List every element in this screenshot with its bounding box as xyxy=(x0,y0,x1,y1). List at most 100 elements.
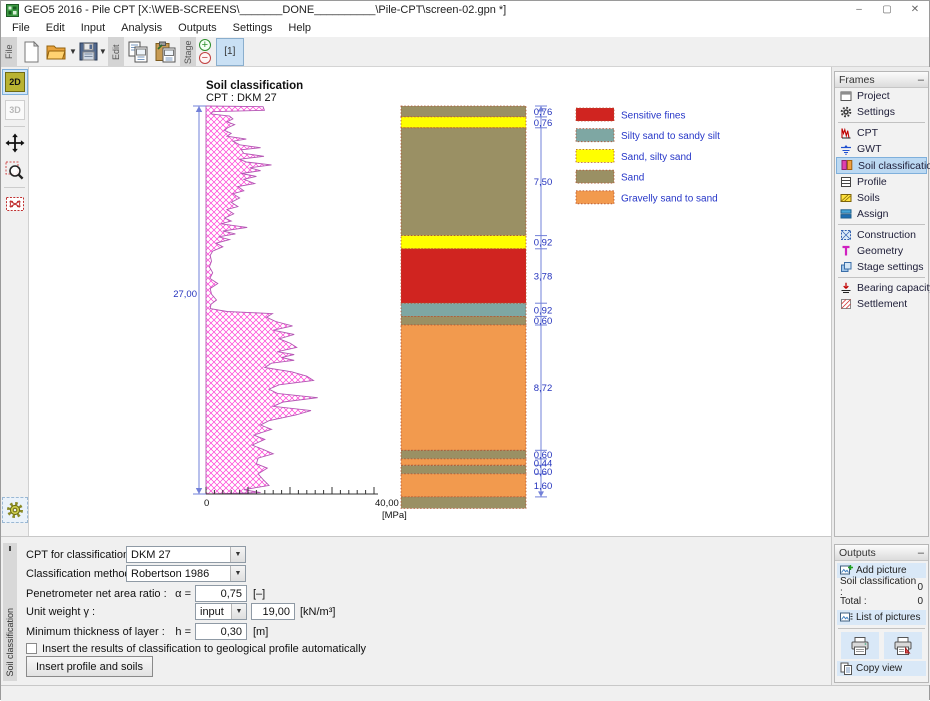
view-2d-button[interactable]: 2D xyxy=(2,69,28,95)
add-stage-button[interactable]: + xyxy=(199,39,211,51)
cpt-for-classification-label: CPT for classification : xyxy=(26,549,135,561)
legend-label: Sand xyxy=(621,173,644,184)
gwt-icon xyxy=(840,143,853,156)
cpt-resistance-area xyxy=(206,106,318,494)
frames-minimize-icon[interactable]: – xyxy=(918,75,924,85)
settlement-icon xyxy=(840,298,853,311)
menu-item-edit[interactable]: Edit xyxy=(38,20,73,36)
save-dropdown-arrow-icon[interactable]: ▼ xyxy=(99,47,107,56)
min-thickness-label: Minimum thickness of layer : xyxy=(26,626,165,638)
frames-list: ProjectSettings CPTGWTSoil classification… xyxy=(835,88,928,312)
unit-weight-input[interactable] xyxy=(251,603,295,620)
frames-item-construction[interactable]: Construction xyxy=(836,227,927,243)
soil-column-layer-sensitive_fines xyxy=(401,249,526,303)
x-axis-unit-label: [MPa] xyxy=(382,510,407,521)
frames-item-settlement[interactable]: Settlement xyxy=(836,296,927,312)
frames-item-profile[interactable]: Profile xyxy=(836,174,927,190)
outputs-count-row: Soil classification :0 xyxy=(835,580,928,594)
frames-item-stage-settings[interactable]: Stage settings xyxy=(836,259,927,275)
pan-button[interactable] xyxy=(2,130,28,156)
new-file-button[interactable] xyxy=(18,39,44,65)
app-icon xyxy=(6,4,19,17)
count-value: 0 xyxy=(917,596,923,607)
menu-item-input[interactable]: Input xyxy=(73,20,113,36)
layer-thickness-label: 7,50 xyxy=(534,177,553,188)
close-icon[interactable]: ✕ xyxy=(901,1,929,19)
soil-column-layer-silty_sand_to_sandy_silt xyxy=(401,303,526,316)
frames-item-settings[interactable]: Settings xyxy=(836,104,927,120)
project-icon xyxy=(840,90,853,103)
frames-item-gwt[interactable]: GWT xyxy=(836,141,927,157)
chart-subtitle: CPT : DKM 27 xyxy=(206,92,277,104)
drawing-settings-button[interactable] xyxy=(2,497,28,523)
layer-thickness-label: 0,60 xyxy=(534,316,553,327)
zoom-region-button[interactable] xyxy=(2,158,28,184)
open-file-button[interactable]: ▼ xyxy=(46,39,77,65)
soil-column-layer-sand_silty_sand xyxy=(401,236,526,249)
chart-title: Soil classification xyxy=(206,80,303,92)
frames-item-soil-classification[interactable]: Soil classification xyxy=(836,157,927,174)
stage-settings-icon xyxy=(840,261,853,274)
print-preview-button[interactable] xyxy=(884,632,922,659)
frames-item-bearing-capacity[interactable]: Bearing capacity xyxy=(836,280,927,296)
min-thickness-input[interactable] xyxy=(195,623,247,640)
classification-method-select[interactable]: Robertson 1986▼ xyxy=(126,565,246,582)
frames-separator xyxy=(838,122,925,123)
frames-item-assign[interactable]: Assign xyxy=(836,206,927,222)
minimize-icon[interactable]: – xyxy=(845,1,873,19)
frames-panel-title: Frames xyxy=(839,74,875,86)
layer-thickness-label: 0,60 xyxy=(534,467,553,478)
insert-profile-and-soils-button[interactable]: Insert profile and soils xyxy=(26,656,153,677)
unit-weight-mode-select[interactable]: input▼ xyxy=(195,603,247,620)
cpt-icon xyxy=(840,127,853,140)
soil-column-layer-sand xyxy=(401,450,526,459)
zoom-magnifier-icon xyxy=(5,161,25,181)
open-dropdown-arrow-icon[interactable]: ▼ xyxy=(69,47,77,56)
cpt-for-classification-select[interactable]: DKM 27▼ xyxy=(126,546,246,563)
frames-panel: Frames – ProjectSettings CPTGWTSoil classi… xyxy=(834,71,929,537)
paste-icon xyxy=(155,41,177,63)
soil-classification-icon xyxy=(841,159,854,172)
paste-button[interactable] xyxy=(153,39,179,65)
penetrometer-ratio-input[interactable] xyxy=(195,585,247,602)
alpha-symbol: α = xyxy=(169,588,191,600)
frames-separator xyxy=(838,224,925,225)
view-3d-button[interactable]: 3D xyxy=(2,97,28,123)
outputs-counts: Soil classification :0Total :0 xyxy=(835,580,928,608)
frames-item-geometry[interactable]: Geometry xyxy=(836,243,927,259)
fit-view-button[interactable] xyxy=(2,191,28,217)
soil-column-layer-gravelly_sand_to_sand xyxy=(401,325,526,450)
form-tab-soil-classification[interactable]: Soil classification xyxy=(3,543,17,681)
penetrometer-ratio-unit: [–] xyxy=(253,588,265,600)
print-button[interactable] xyxy=(841,632,879,659)
legend-swatch-silty_sand_to_sandy_silt xyxy=(576,129,614,142)
penetrometer-ratio-label: Penetrometer net area ratio : xyxy=(26,588,167,600)
drawing-canvas[interactable]: Soil classificationCPT : DKM 27040,00[MP… xyxy=(29,67,831,536)
sidebar-separator xyxy=(4,126,25,127)
x-axis-min-label: 0 xyxy=(204,498,209,509)
menu-item-file[interactable]: File xyxy=(4,20,38,36)
outputs-minimize-icon[interactable]: – xyxy=(918,548,924,558)
soil-column-layer-sand_silty_sand xyxy=(401,117,526,128)
frames-item-project[interactable]: Project xyxy=(836,88,927,104)
save-file-button[interactable]: ▼ xyxy=(79,39,107,65)
menu-item-help[interactable]: Help xyxy=(280,20,319,36)
copy-view-button[interactable]: Copy view xyxy=(837,661,926,676)
menu-item-outputs[interactable]: Outputs xyxy=(170,20,225,36)
remove-stage-button[interactable]: − xyxy=(199,52,211,64)
menu-item-settings[interactable]: Settings xyxy=(225,20,281,36)
layer-thickness-label: 8,72 xyxy=(534,383,553,394)
maximize-icon[interactable]: ▢ xyxy=(873,1,901,19)
menu-item-analysis[interactable]: Analysis xyxy=(113,20,170,36)
frames-item-cpt[interactable]: CPT xyxy=(836,125,927,141)
frames-item-soils[interactable]: Soils xyxy=(836,190,927,206)
title-bar: GEO5 2016 - Pile CPT [X:\WEB-SCREENS\___… xyxy=(1,1,929,19)
layer-thickness-label: 0,92 xyxy=(534,305,553,316)
stage-tab-1[interactable]: [1] xyxy=(216,38,244,66)
right-panel: Frames– ProjectSettingsCPTGWTSoil classi… xyxy=(831,67,930,685)
list-of-pictures-button[interactable]: List of pictures xyxy=(837,610,926,625)
toolbar-group-edit-label: Edit xyxy=(108,37,124,67)
copy-button[interactable] xyxy=(125,39,151,65)
soil-classification-chart: Soil classificationCPT : DKM 27040,00[MP… xyxy=(169,77,814,529)
insert-results-checkbox[interactable] xyxy=(26,643,37,654)
